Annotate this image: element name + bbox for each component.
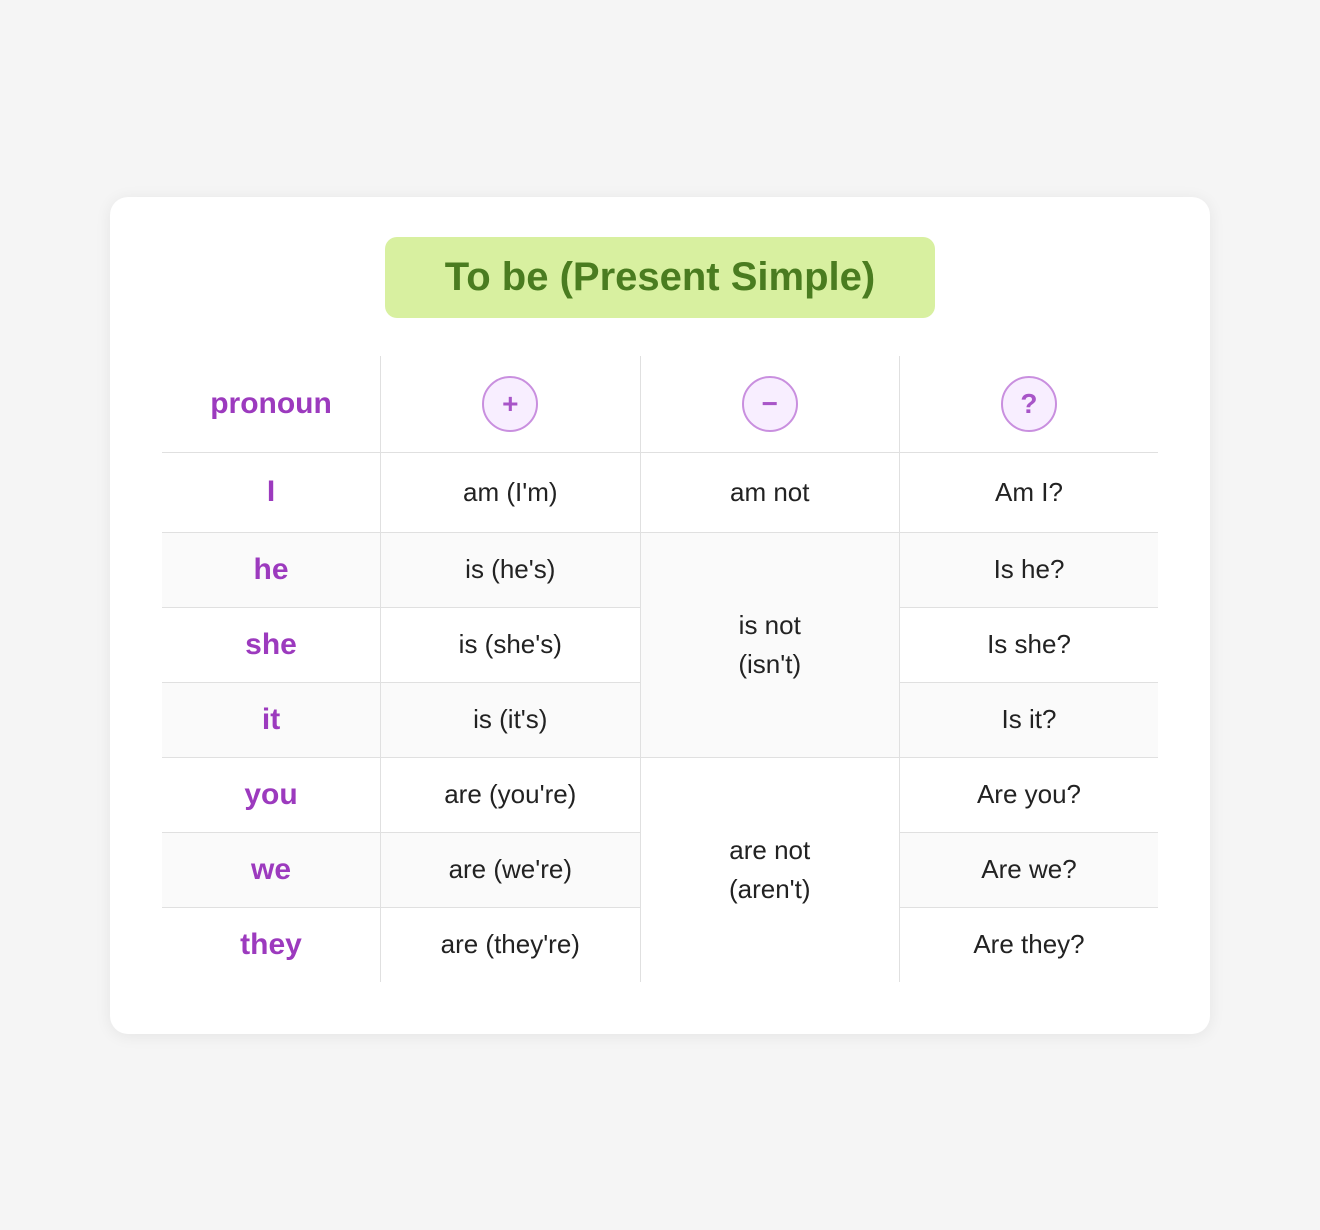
pronoun-cell: it xyxy=(161,682,381,757)
question-circle: ? xyxy=(1001,376,1057,432)
title-badge: To be (Present Simple) xyxy=(385,237,935,318)
pronoun-cell: I xyxy=(161,452,381,532)
pronoun-cell: you xyxy=(161,757,381,832)
question-cell: Is he? xyxy=(899,532,1159,607)
question-cell: Are you? xyxy=(899,757,1159,832)
question-cell: Am I? xyxy=(899,452,1159,532)
grammar-table: pronoun + − ? Iam (I'm)am notAm I?heis (… xyxy=(160,354,1160,984)
table-header-row: pronoun + − ? xyxy=(161,355,1159,453)
pronoun-cell: they xyxy=(161,907,381,983)
pronoun-cell: she xyxy=(161,607,381,682)
header-question: ? xyxy=(899,355,1159,453)
positive-cell: is (she's) xyxy=(381,607,640,682)
positive-cell: are (you're) xyxy=(381,757,640,832)
positive-cell: is (it's) xyxy=(381,682,640,757)
negative-cell: are not(aren't) xyxy=(640,757,899,983)
table-row: youare (you're)are not(aren't)Are you? xyxy=(161,757,1159,832)
table-row: Iam (I'm)am notAm I? xyxy=(161,452,1159,532)
positive-circle: + xyxy=(482,376,538,432)
pronoun-cell: he xyxy=(161,532,381,607)
header-negative: − xyxy=(640,355,899,453)
positive-cell: am (I'm) xyxy=(381,452,640,532)
title-wrapper: To be (Present Simple) xyxy=(160,237,1160,318)
pronoun-cell: we xyxy=(161,832,381,907)
page-title: To be (Present Simple) xyxy=(445,255,875,300)
main-card: To be (Present Simple) pronoun + − ? xyxy=(110,197,1210,1034)
question-cell: Are they? xyxy=(899,907,1159,983)
positive-cell: are (they're) xyxy=(381,907,640,983)
question-cell: Are we? xyxy=(899,832,1159,907)
table-body: Iam (I'm)am notAm I?heis (he's)is not(is… xyxy=(161,452,1159,983)
positive-cell: is (he's) xyxy=(381,532,640,607)
question-cell: Is she? xyxy=(899,607,1159,682)
header-pronoun: pronoun xyxy=(161,355,381,453)
negative-circle: − xyxy=(742,376,798,432)
table-row: heis (he's)is not(isn't)Is he? xyxy=(161,532,1159,607)
positive-cell: are (we're) xyxy=(381,832,640,907)
question-cell: Is it? xyxy=(899,682,1159,757)
header-positive: + xyxy=(381,355,640,453)
negative-cell: is not(isn't) xyxy=(640,532,899,757)
negative-cell: am not xyxy=(640,452,899,532)
